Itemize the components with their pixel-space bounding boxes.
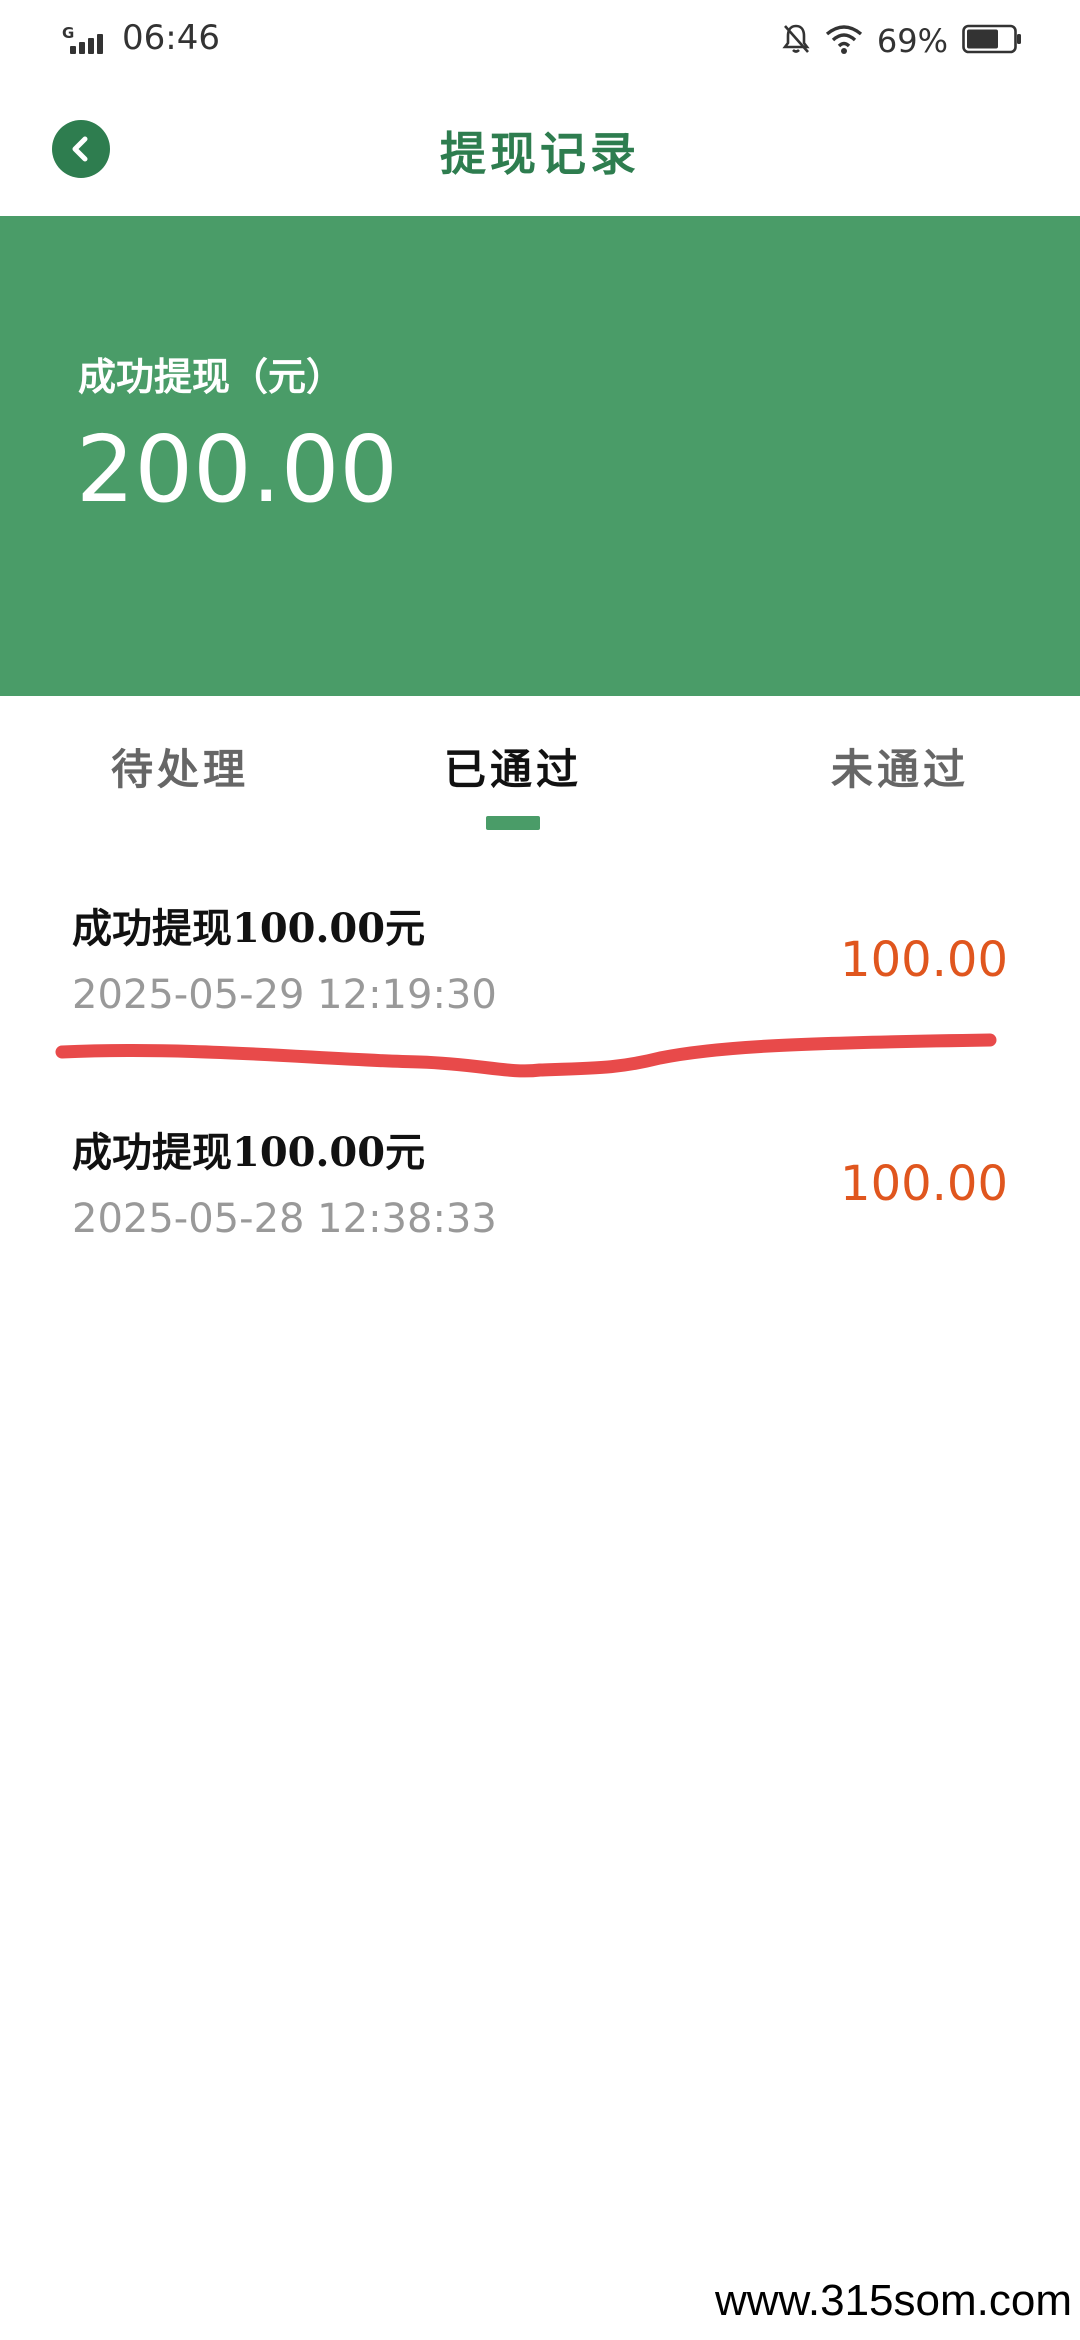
bell-off-icon	[781, 22, 811, 60]
status-time: 06:46	[122, 18, 220, 58]
tab-approved[interactable]: 已通过	[333, 736, 693, 797]
wifi-icon	[825, 23, 863, 59]
battery-icon	[962, 23, 1022, 59]
status-bar: G 06:46 69%	[0, 0, 1080, 80]
summary-amount: 200.00	[76, 416, 398, 523]
tab-pending[interactable]: 待处理	[0, 736, 360, 797]
app-header: 提现记录	[0, 80, 1080, 216]
tab-rejected[interactable]: 未通过	[720, 736, 1080, 797]
record-title: 成功提现100.00元	[72, 905, 426, 952]
red-underline-annotation	[55, 1033, 997, 1078]
record-amount: 100.00	[840, 1156, 1008, 1212]
active-tab-indicator	[486, 816, 540, 830]
status-icons: 69%	[781, 18, 1022, 64]
watermark-text: www.315som.com	[714, 2276, 1072, 2325]
summary-banner: 成功提现（元） 200.00	[0, 216, 1080, 696]
signal-icon: G	[62, 24, 112, 58]
record-amount: 100.00	[840, 932, 1008, 988]
record-title: 成功提现100.00元	[72, 1129, 426, 1176]
withdrawal-records-screen: G 06:46 69% 提现记录 成功提现（元） 200.00 待处理 已通过 …	[0, 0, 1080, 2340]
battery-percent: 69%	[876, 22, 948, 60]
page-title: 提现记录	[440, 127, 640, 181]
status-tabs: 待处理 已通过 未通过	[0, 696, 1080, 846]
record-time: 2025-05-28 12:38:33	[72, 1196, 497, 1242]
list-item[interactable]: 成功提现100.00元 2025-05-28 12:38:33 100.00	[0, 1120, 1080, 1330]
network-type-label: G	[62, 24, 75, 42]
summary-label: 成功提现（元）	[78, 354, 345, 399]
